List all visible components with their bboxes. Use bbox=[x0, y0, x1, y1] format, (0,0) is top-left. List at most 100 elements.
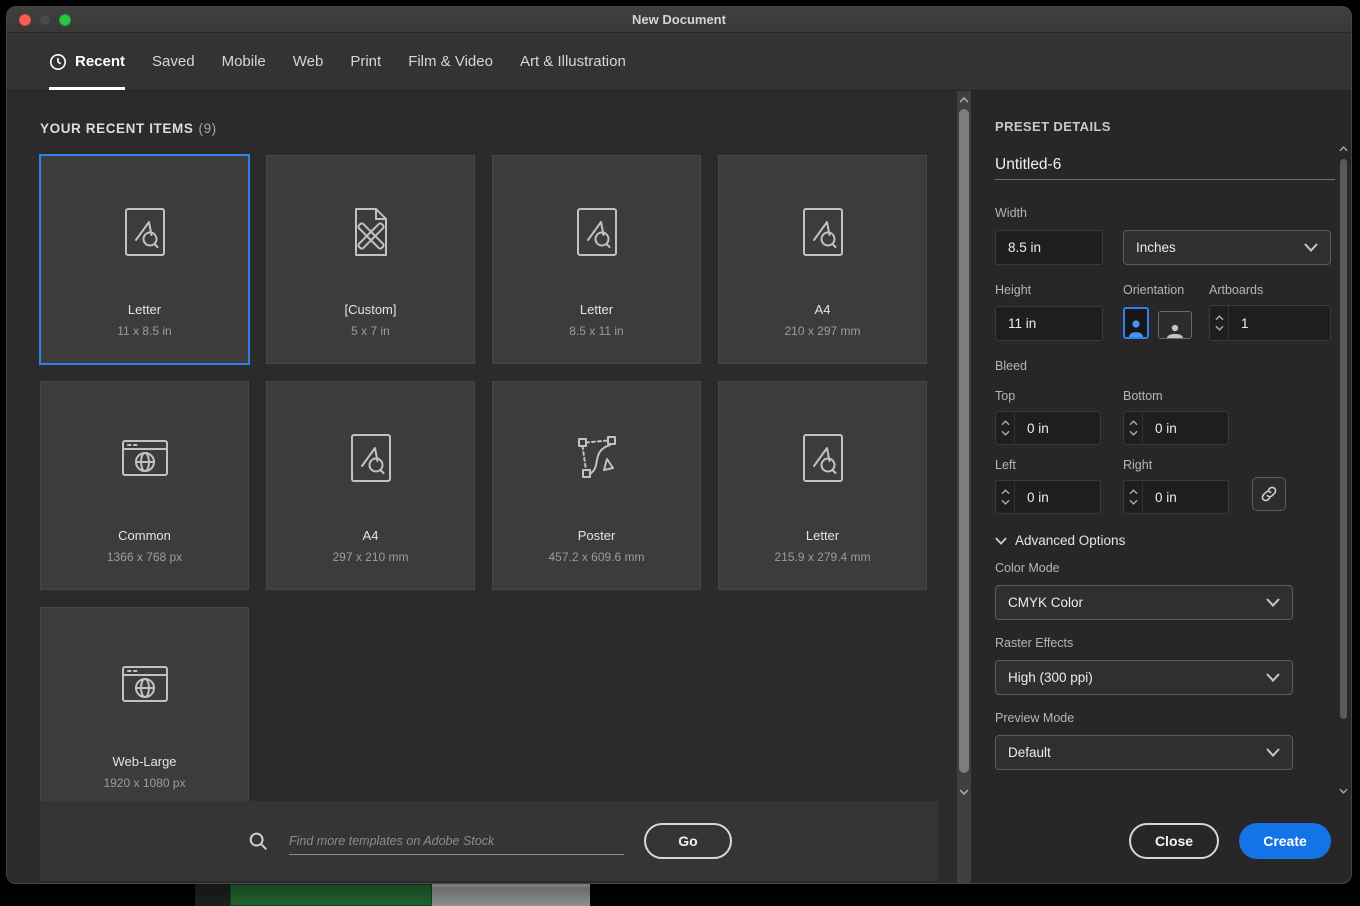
tab[interactable]: Print bbox=[350, 33, 381, 90]
create-button[interactable]: Create bbox=[1239, 823, 1331, 859]
bleed-right-label: Right bbox=[1123, 458, 1153, 472]
preset-card-name: Poster bbox=[577, 528, 616, 543]
stepper-down-icon bbox=[1128, 430, 1138, 436]
preset-card[interactable]: Letter 11 x 8.5 in bbox=[39, 154, 250, 365]
tab-label: Art & Illustration bbox=[519, 53, 626, 70]
background-artboard-light bbox=[432, 884, 590, 906]
orientation-toggle bbox=[1123, 307, 1209, 339]
chevron-down-icon bbox=[995, 536, 1007, 545]
tab-label: Mobile bbox=[221, 53, 266, 70]
bleed-top-input[interactable]: 0 in bbox=[1015, 412, 1100, 444]
width-input[interactable]: 8.5 in bbox=[995, 230, 1103, 265]
preset-card[interactable]: Letter 8.5 x 11 in bbox=[492, 155, 701, 364]
scrollbar-thumb[interactable] bbox=[959, 109, 969, 773]
recent-items-panel: YOUR RECENT ITEMS (9) Letter 11 x 8.5 in … bbox=[7, 91, 957, 883]
raster-effects-dropdown[interactable]: High (300 ppi) bbox=[995, 660, 1293, 695]
preset-details-panel: PRESET DETAILS Untitled-6 Width 8.5 in I… bbox=[971, 91, 1351, 883]
panel-scroll-up-arrow[interactable] bbox=[1337, 143, 1349, 155]
tab[interactable]: Film & Video bbox=[408, 33, 493, 90]
window-title: New Document bbox=[632, 12, 726, 27]
bleed-left-input[interactable]: 0 in bbox=[1015, 481, 1100, 513]
artboards-stepper[interactable] bbox=[1210, 306, 1229, 340]
raster-effects-value: High (300 ppi) bbox=[1008, 670, 1093, 685]
preset-card-dims: 297 x 210 mm bbox=[332, 550, 409, 564]
color-mode-value: CMYK Color bbox=[1008, 595, 1084, 610]
tab[interactable]: Web bbox=[293, 33, 324, 90]
bleed-bottom-stepper[interactable] bbox=[1124, 412, 1143, 444]
preset-card-name: A4 bbox=[362, 528, 379, 543]
adobe-stock-search-bar: Go bbox=[40, 801, 939, 881]
orientation-landscape-button[interactable] bbox=[1158, 311, 1192, 339]
tab-bar: Recent Saved Mobile Web Print Film & Vid… bbox=[7, 33, 1351, 91]
bleed-bottom-input[interactable]: 0 in bbox=[1143, 412, 1228, 444]
preset-card[interactable]: A4 297 x 210 mm bbox=[266, 381, 475, 590]
preset-card[interactable]: [Custom] 5 x 7 in bbox=[266, 155, 475, 364]
color-mode-dropdown[interactable]: CMYK Color bbox=[995, 585, 1293, 620]
scroll-up-arrow[interactable] bbox=[957, 93, 971, 107]
height-input[interactable]: 11 in bbox=[995, 305, 1103, 341]
bleed-left-field: 0 in bbox=[995, 480, 1101, 514]
document-name-input[interactable]: Untitled-6 bbox=[995, 150, 1335, 180]
stepper-up-icon bbox=[1214, 315, 1224, 321]
preset-card[interactable]: Letter 215.9 x 279.4 mm bbox=[718, 381, 927, 590]
preset-thumbnail-icon bbox=[339, 426, 403, 490]
bleed-label: Bleed bbox=[995, 359, 1027, 373]
stepper-up-icon bbox=[1000, 420, 1010, 426]
chevron-down-icon bbox=[1266, 673, 1280, 682]
panel-scroll-down-arrow[interactable] bbox=[1337, 785, 1349, 797]
panel-scrollbar-thumb[interactable] bbox=[1340, 159, 1347, 719]
preset-card[interactable]: Poster 457.2 x 609.6 mm bbox=[492, 381, 701, 590]
tab[interactable]: Saved bbox=[152, 33, 195, 90]
chevron-down-icon bbox=[1304, 243, 1318, 252]
stock-search-input[interactable] bbox=[289, 827, 624, 855]
bleed-left-label: Left bbox=[995, 458, 1016, 472]
bleed-left-stepper[interactable] bbox=[996, 481, 1015, 513]
preset-card[interactable]: Common 1366 x 768 px bbox=[40, 381, 249, 590]
preset-card-dims: 8.5 x 11 in bbox=[569, 324, 624, 338]
bleed-right-stepper[interactable] bbox=[1124, 481, 1143, 513]
color-mode-label: Color Mode bbox=[995, 561, 1060, 575]
preset-card-name: A4 bbox=[814, 302, 831, 317]
preset-card-dims: 215.9 x 279.4 mm bbox=[774, 550, 871, 564]
recent-items-heading-text: YOUR RECENT ITEMS bbox=[40, 121, 194, 136]
chevron-down-icon bbox=[1266, 748, 1280, 757]
artboards-input[interactable]: 1 bbox=[1229, 306, 1330, 340]
scroll-down-arrow[interactable] bbox=[957, 785, 971, 799]
bleed-link-button[interactable] bbox=[1252, 477, 1286, 511]
width-label: Width bbox=[995, 206, 1027, 220]
chevron-down-icon bbox=[1266, 598, 1280, 607]
tab[interactable]: Art & Illustration bbox=[520, 33, 626, 90]
background-canvas bbox=[195, 884, 590, 906]
preset-card-dims: 1920 x 1080 px bbox=[103, 776, 186, 790]
go-button[interactable]: Go bbox=[644, 823, 732, 859]
preset-card[interactable]: A4 210 x 297 mm bbox=[718, 155, 927, 364]
preview-mode-label: Preview Mode bbox=[995, 711, 1075, 725]
orientation-portrait-button[interactable] bbox=[1123, 307, 1149, 339]
close-button[interactable]: Close bbox=[1129, 823, 1219, 859]
preset-details-heading: PRESET DETAILS bbox=[995, 119, 1111, 134]
raster-effects-label: Raster Effects bbox=[995, 636, 1074, 650]
preview-mode-dropdown[interactable]: Default bbox=[995, 735, 1293, 770]
dialog-content: YOUR RECENT ITEMS (9) Letter 11 x 8.5 in … bbox=[7, 91, 1351, 883]
preset-thumbnail-icon bbox=[113, 200, 177, 264]
bleed-right-input[interactable]: 0 in bbox=[1143, 481, 1228, 513]
orientation-label: Orientation bbox=[1123, 283, 1185, 297]
bleed-bottom-field: 0 in bbox=[1123, 411, 1229, 445]
recent-items-count: (9) bbox=[198, 121, 217, 136]
advanced-options-toggle[interactable]: Advanced Options bbox=[995, 533, 1351, 548]
bleed-top-stepper[interactable] bbox=[996, 412, 1015, 444]
preset-card-dims: 5 x 7 in bbox=[351, 324, 390, 338]
artboards-label: Artboards bbox=[1209, 283, 1264, 297]
preset-card-dims: 457.2 x 609.6 mm bbox=[548, 550, 645, 564]
tab-label: Print bbox=[350, 53, 382, 70]
preset-card[interactable]: Web-Large 1920 x 1080 px bbox=[40, 607, 249, 816]
preset-thumbnail-icon bbox=[339, 200, 403, 264]
bleed-top-field: 0 in bbox=[995, 411, 1101, 445]
preset-thumbnail-icon bbox=[113, 652, 177, 716]
units-dropdown[interactable]: Inches bbox=[1123, 230, 1331, 265]
stepper-down-icon bbox=[1214, 325, 1224, 331]
tab[interactable]: Recent bbox=[49, 33, 126, 90]
bleed-top-label: Top bbox=[995, 389, 1016, 403]
tab[interactable]: Mobile bbox=[222, 33, 266, 90]
tab-label: Recent bbox=[75, 53, 126, 70]
